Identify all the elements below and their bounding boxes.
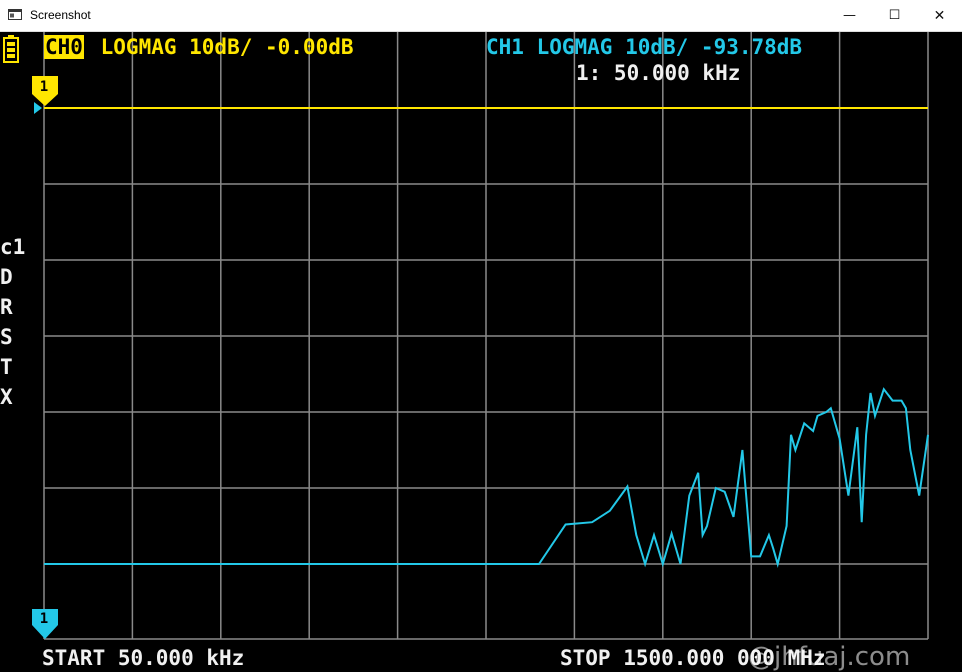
- minimize-button[interactable]: —: [827, 0, 872, 31]
- close-button[interactable]: ✕: [917, 0, 962, 31]
- side-menu-item-c1[interactable]: c1: [0, 232, 34, 262]
- start-frequency[interactable]: START 50.000 kHz: [42, 646, 244, 670]
- battery-icon: [3, 35, 19, 63]
- side-menu-item-d[interactable]: D: [0, 262, 34, 292]
- plot-markers: 11: [32, 76, 58, 639]
- app-window-icon: [8, 9, 22, 20]
- marker-readout: 1: 50.000 kHz: [576, 61, 741, 85]
- marker-1-ch0-label: 1: [40, 79, 48, 95]
- plot-grid: [43, 32, 929, 640]
- side-menu: c1 D R S T X: [0, 232, 34, 412]
- marker-1-ch1-label: 1: [40, 611, 48, 627]
- ref-pointer-ch1: [34, 102, 42, 114]
- trace-plot: 11: [32, 32, 929, 640]
- screenshot-window: Screenshot — ☐ ✕ 11 CH0 LOGMAG 10dB/ -0.…: [0, 0, 962, 672]
- title-bar: Screenshot — ☐ ✕: [0, 0, 962, 32]
- side-menu-item-s[interactable]: S: [0, 322, 34, 352]
- maximize-icon: ☐: [888, 8, 901, 23]
- side-menu-item-r[interactable]: R: [0, 292, 34, 322]
- minimize-icon: —: [843, 8, 856, 23]
- watermark: @jhfuaj.com: [748, 642, 911, 672]
- ch0-format[interactable]: LOGMAG 10dB/ -0.00dB: [88, 35, 354, 59]
- side-menu-item-t[interactable]: T: [0, 352, 34, 382]
- ch0-tag[interactable]: CH0: [44, 35, 84, 59]
- maximize-button[interactable]: ☐: [872, 0, 917, 31]
- ch1-format[interactable]: CH1 LOGMAG 10dB/ -93.78dB: [486, 35, 802, 59]
- close-icon: ✕: [933, 7, 946, 24]
- window-title: Screenshot: [30, 8, 91, 22]
- vna-display[interactable]: 11 CH0 LOGMAG 10dB/ -0.00dB CH1 LOGMAG 1…: [0, 32, 962, 672]
- side-menu-item-x[interactable]: X: [0, 382, 34, 412]
